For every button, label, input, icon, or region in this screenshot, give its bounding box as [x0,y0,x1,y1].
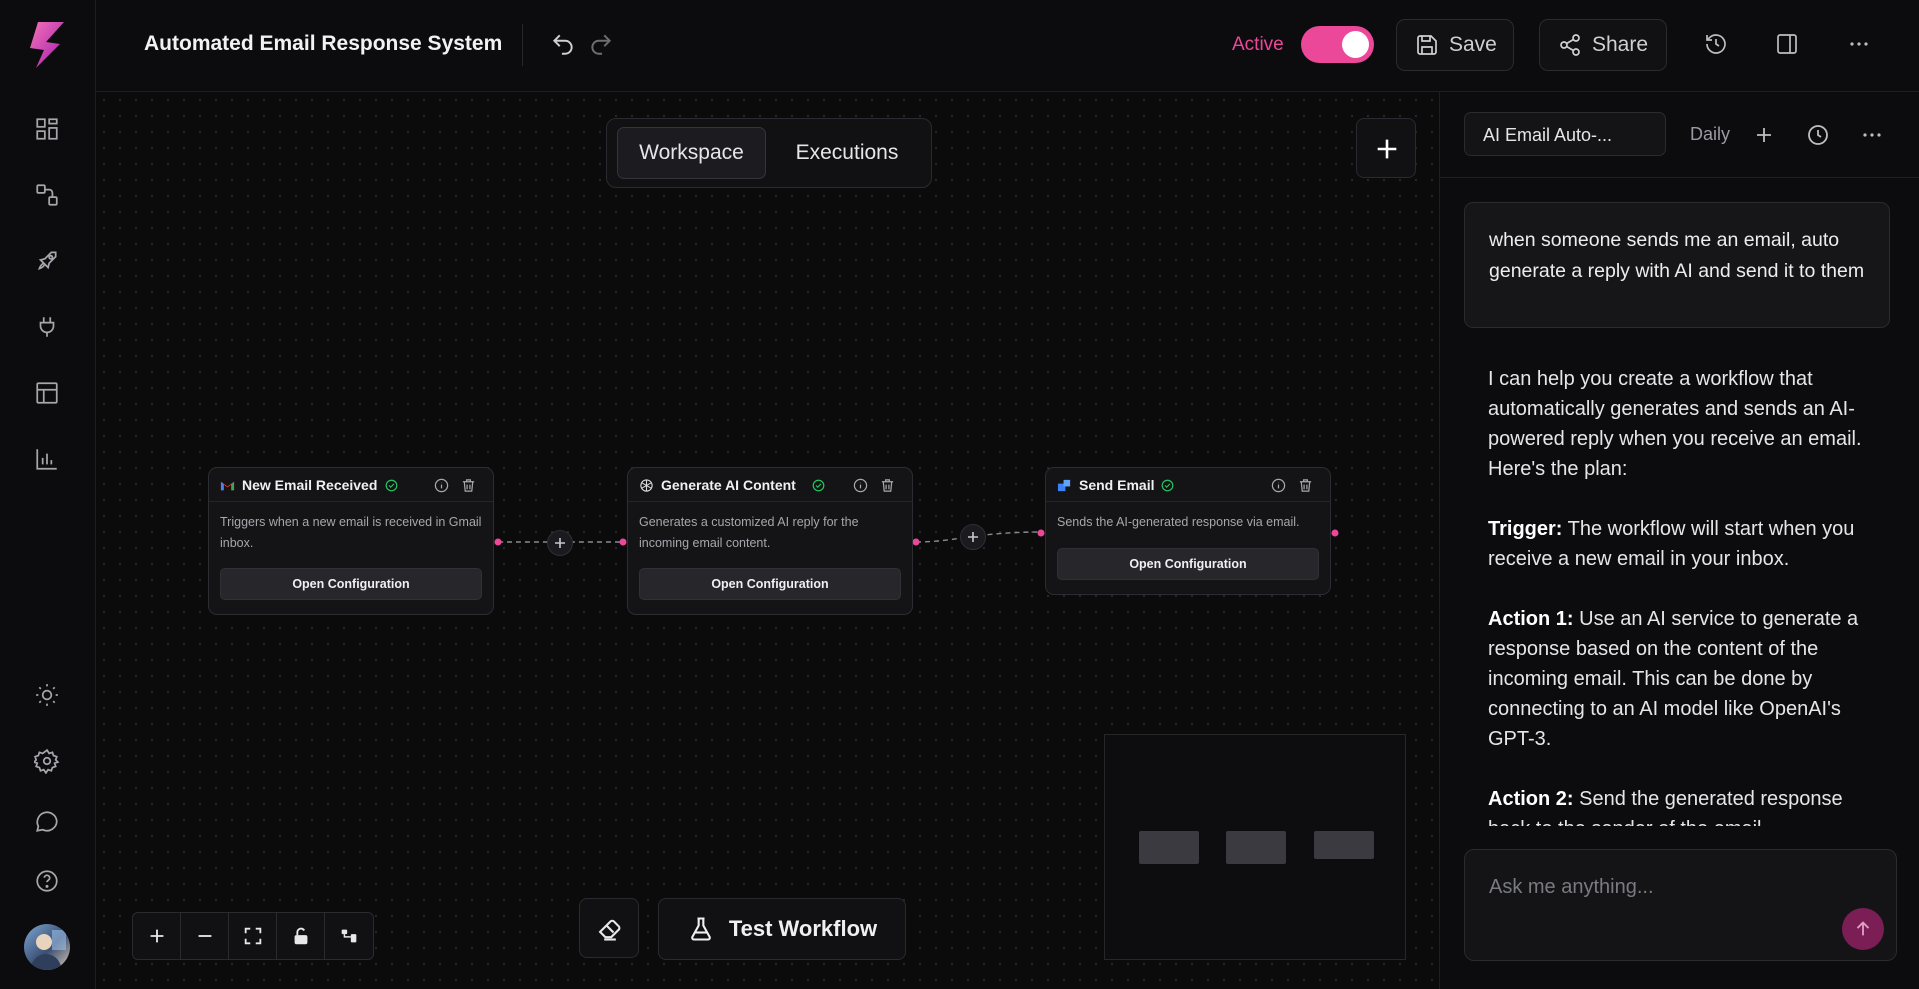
app-logo[interactable] [26,20,68,70]
chat-input-box[interactable]: Ask me anything... [1464,849,1897,961]
fit-view-icon[interactable] [229,913,277,959]
chat-bubble-icon[interactable] [34,808,60,834]
open-configuration-button[interactable]: Open Configuration [1057,548,1319,580]
node-description: Sends the AI-generated response via emai… [1057,515,1300,529]
theme-sun-icon[interactable] [34,682,60,708]
openai-icon [639,478,654,493]
undo-icon[interactable] [550,31,576,57]
status-check-icon [385,479,398,492]
info-icon[interactable] [853,478,868,493]
minimap[interactable] [1104,734,1406,960]
gmail-icon [220,478,235,493]
toggle-knob [1342,31,1369,58]
app: Automated Email Response System Active S… [0,0,1919,989]
workflows-icon[interactable] [34,182,60,208]
minimap-node [1139,831,1199,864]
tab-workspace[interactable]: Workspace [617,127,766,179]
top-bar: Automated Email Response System Active S… [96,0,1919,92]
send-email-icon [1057,478,1072,493]
add-step-button-2[interactable] [960,524,986,550]
open-configuration-button[interactable]: Open Configuration [220,568,482,600]
chat-more-options-icon[interactable] [1860,123,1884,147]
minimap-node [1314,831,1374,859]
ai-chat-panel: AI Email Auto-... Daily when someone sen… [1439,92,1919,989]
message-fade [1465,283,1889,327]
send-button[interactable] [1842,908,1884,950]
workflow-node-send-email[interactable]: Send Email Sends the AI-generated respon… [1045,467,1331,595]
node-header: Send Email [1046,468,1330,502]
zoom-in-button[interactable] [133,913,181,959]
arrow-up-icon [1856,921,1870,936]
more-options-icon[interactable] [1847,32,1871,56]
flask-icon [687,915,715,943]
node-title: New Email Received [242,477,378,493]
share-icon [1558,33,1582,57]
node-header: New Email Received [209,468,493,502]
zoom-out-button[interactable] [181,913,229,959]
zoom-controls [132,912,374,960]
node-title: Send Email [1079,477,1155,493]
status-check-icon [1161,479,1174,492]
user-message: when someone sends me an email, auto gen… [1464,202,1890,328]
tab-executions[interactable]: Executions [772,127,922,179]
new-chat-plus-icon[interactable] [1752,123,1776,147]
templates-icon[interactable] [34,380,60,406]
chat-name-field[interactable]: AI Email Auto-... [1464,112,1666,156]
node-header: Generate AI Content [628,468,912,502]
node-description: Generates a customized AI reply for the … [639,515,859,550]
user-avatar[interactable] [24,924,70,970]
node-description: Triggers when a new email is received in… [220,515,482,550]
save-label: Save [1449,33,1497,56]
settings-gear-icon[interactable] [34,748,60,774]
workflow-title[interactable]: Automated Email Response System [144,32,502,56]
test-workflow-label: Test Workflow [728,916,878,941]
node-title: Generate AI Content [661,477,796,493]
help-icon[interactable] [34,868,60,894]
assistant-trigger: Trigger: The workflow will start when yo… [1488,518,1855,570]
assistant-action-1: Action 1: Use an AI service to generate … [1488,608,1859,750]
redo-icon[interactable] [588,31,614,57]
save-icon [1415,33,1439,57]
lock-icon[interactable] [277,913,325,959]
chat-header: AI Email Auto-... Daily [1440,92,1919,178]
active-status-label: Active [1232,34,1284,55]
open-configuration-button[interactable]: Open Configuration [639,568,901,600]
left-sidebar [0,0,96,989]
assistant-action-2: Action 2: Send the generated response ba… [1488,788,1843,826]
trash-icon[interactable] [461,478,476,493]
toolbar-divider [522,24,523,66]
assistant-message: I can help you create a workflow that au… [1488,364,1888,826]
schedule-label[interactable]: Daily [1690,124,1730,145]
clock-icon[interactable] [1806,123,1830,147]
user-message-text: when someone sends me an email, auto gen… [1489,229,1865,282]
info-icon[interactable] [434,478,449,493]
add-step-button-1[interactable] [547,530,573,556]
active-toggle[interactable] [1301,26,1374,63]
analytics-icon[interactable] [34,446,60,472]
plug-icon[interactable] [34,314,60,340]
share-button[interactable]: Share [1539,19,1667,71]
auto-layout-icon[interactable] [325,913,373,959]
workflow-canvas[interactable]: Workspace Executions New Email Received [96,92,1439,989]
info-icon[interactable] [1271,478,1286,493]
workflow-node-generate-ai[interactable]: Generate AI Content Generates a customiz… [627,467,913,615]
minimap-node [1226,831,1286,864]
rocket-icon[interactable] [34,248,60,274]
toggle-panel-icon[interactable] [1775,32,1799,56]
test-workflow-button[interactable]: Test Workflow [658,898,906,960]
dashboard-icon[interactable] [34,116,60,142]
history-icon[interactable] [1704,32,1728,56]
chat-input-placeholder[interactable]: Ask me anything... [1489,876,1654,899]
add-node-button[interactable] [1356,118,1416,178]
trash-icon[interactable] [880,478,895,493]
share-label: Share [1592,33,1649,56]
save-button[interactable]: Save [1396,19,1514,71]
view-tabs: Workspace Executions [606,118,932,188]
clear-canvas-eraser-icon[interactable] [579,898,639,958]
trash-icon[interactable] [1298,478,1313,493]
workflow-node-new-email[interactable]: New Email Received Triggers when a new e… [208,467,494,615]
assistant-intro: I can help you create a workflow that au… [1488,368,1862,480]
status-check-icon [812,479,825,492]
